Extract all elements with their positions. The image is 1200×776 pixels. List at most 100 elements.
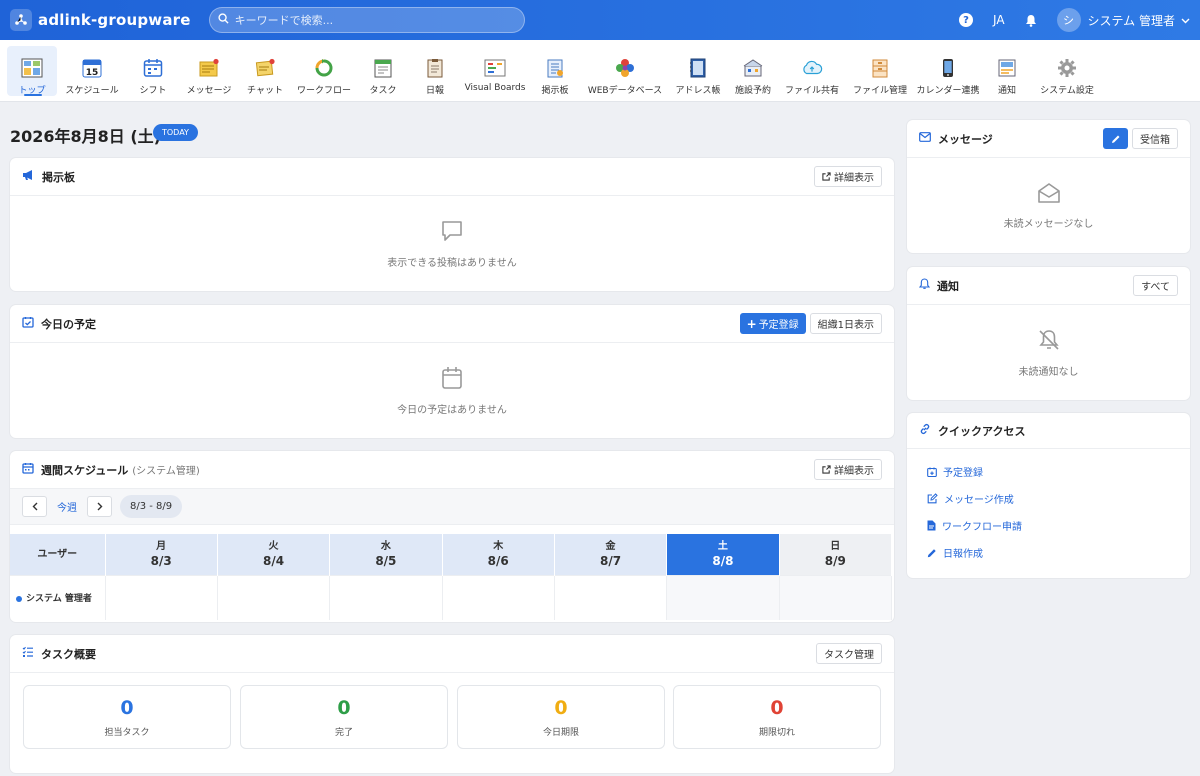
org-day-view-button[interactable]: 組織1日表示 — [809, 313, 882, 334]
app-web-database[interactable]: WEBデータベース — [581, 46, 669, 96]
app-task[interactable]: タスク — [357, 46, 409, 96]
chevron-down-icon[interactable] — [1181, 14, 1190, 27]
compose-message-button[interactable] — [1103, 128, 1128, 149]
active-tab-indicator — [24, 94, 42, 96]
day-header-tue[interactable]: 火 8/4 — [217, 534, 331, 575]
logo-icon[interactable] — [10, 9, 32, 31]
top-icon — [21, 57, 43, 79]
all-notifications-button[interactable]: すべて — [1133, 275, 1178, 296]
bell-icon[interactable] — [1025, 14, 1037, 27]
weekly-detail-button[interactable]: 詳細表示 — [814, 459, 882, 480]
external-link-icon — [822, 465, 831, 474]
status-dot — [16, 595, 22, 602]
calendar-icon — [441, 366, 463, 393]
day-header-sat[interactable]: 土 8/8 — [666, 534, 780, 575]
bulletin-title: 掲示板 — [42, 170, 75, 184]
day-header-fri[interactable]: 金 8/7 — [554, 534, 668, 575]
app-file-share[interactable]: ファイル共有 — [779, 46, 845, 96]
app-facility-reservation[interactable]: 施設予約 — [727, 46, 779, 96]
message-icon — [198, 57, 220, 79]
prev-week-button[interactable] — [22, 496, 47, 517]
user-column-header: ユーザー — [10, 534, 106, 575]
day-header-thu[interactable]: 木 8/6 — [442, 534, 555, 575]
visual-boards-icon — [484, 57, 506, 79]
stat-due-today[interactable]: 0 今日期限 — [457, 685, 665, 749]
app-shift[interactable]: シフト — [127, 46, 179, 96]
schedule-cell[interactable] — [554, 574, 668, 620]
this-week-link[interactable]: 今週 — [57, 499, 77, 514]
app-system-settings[interactable]: システム設定 — [1033, 46, 1101, 96]
pencil-icon — [1111, 134, 1121, 144]
quick-daily-report[interactable]: 日報作成 — [927, 539, 1190, 566]
task-overview-card: タスク概要 タスク管理 0 担当タスク 0 完了 0 今日期限 0 期限切れ — [10, 635, 894, 773]
quick-access-title: クイックアクセス — [938, 424, 1026, 438]
day-header-mon[interactable]: 月 8/3 — [105, 534, 218, 575]
quick-add-schedule[interactable]: 予定登録 — [927, 458, 1190, 485]
add-schedule-button[interactable]: + 予定登録 — [739, 313, 806, 334]
day-header-wed[interactable]: 水 8/5 — [329, 534, 443, 575]
stat-overdue[interactable]: 0 期限切れ — [673, 685, 881, 749]
user-cell: システム 管理者 — [10, 574, 106, 620]
notifications-title: 通知 — [937, 279, 959, 293]
bulletin-detail-button[interactable]: 詳細表示 — [814, 166, 882, 187]
messages-card: メッセージ 受信箱 未読メッセージなし — [907, 120, 1190, 253]
pencil-icon — [927, 548, 937, 558]
file-management-icon — [869, 57, 891, 79]
page-date: 2026年8月8日 (土) — [10, 127, 161, 146]
schedule-cell[interactable] — [442, 574, 555, 620]
bulletin-board-icon — [544, 57, 566, 79]
search-input[interactable] — [234, 13, 515, 27]
schedule-cell[interactable] — [666, 574, 780, 620]
language-switcher[interactable]: JA — [993, 13, 1005, 27]
user-name[interactable]: システム 管理者 — [1088, 12, 1175, 29]
calendar-check-icon — [22, 316, 34, 331]
brand-name[interactable]: adlink-groupware — [38, 11, 191, 29]
app-chat[interactable]: チャット — [239, 46, 291, 96]
table-row: システム 管理者 — [10, 574, 893, 620]
task-list-icon — [22, 646, 34, 661]
chevron-right-icon — [97, 502, 103, 511]
today-badge[interactable]: TODAY — [153, 124, 198, 141]
app-bulletin-board[interactable]: 掲示板 — [529, 46, 581, 96]
search-box[interactable] — [208, 7, 525, 33]
app-notification[interactable]: 通知 — [981, 46, 1033, 96]
notifications-card: 通知 すべて 未読通知なし — [907, 267, 1190, 400]
stat-assigned-tasks[interactable]: 0 担当タスク — [23, 685, 231, 749]
inbox-button[interactable]: 受信箱 — [1132, 128, 1178, 149]
schedule-cell[interactable] — [105, 574, 218, 620]
app-address-book[interactable]: アドレス帳 — [669, 46, 727, 96]
schedule-cell[interactable] — [779, 574, 893, 620]
schedule-cell[interactable] — [217, 574, 331, 620]
envelope-open-icon — [1037, 182, 1061, 207]
link-icon — [919, 423, 931, 438]
chevron-left-icon — [32, 502, 38, 511]
day-header-sun[interactable]: 日 8/9 — [779, 534, 893, 575]
calendar-15-icon: 15 — [81, 57, 103, 79]
app-schedule[interactable]: 15 スケジュール — [57, 46, 127, 96]
app-visual-boards[interactable]: Visual Boards — [461, 46, 529, 96]
schedule-cell[interactable] — [329, 574, 443, 620]
app-top[interactable]: トップ — [7, 46, 57, 96]
quick-workflow-request[interactable]: ワークフロー申請 — [927, 512, 1190, 539]
system-settings-icon — [1056, 57, 1078, 79]
quick-compose-message[interactable]: メッセージ作成 — [927, 485, 1190, 512]
help-icon[interactable]: ? — [958, 13, 973, 27]
bulletin-card: 掲示板 詳細表示 表示できる投稿はありません — [10, 158, 894, 291]
daily-report-icon — [424, 57, 446, 79]
notifications-empty-state: 未読通知なし — [907, 305, 1190, 400]
app-message[interactable]: メッセージ — [179, 46, 239, 96]
avatar[interactable]: シ — [1056, 8, 1081, 32]
app-workflow[interactable]: ワークフロー — [291, 46, 357, 96]
app-daily-report[interactable]: 日報 — [409, 46, 461, 96]
task-manage-button[interactable]: タスク管理 — [816, 643, 882, 664]
external-link-icon — [822, 172, 831, 181]
task-overview-title: タスク概要 — [41, 647, 96, 661]
next-week-button[interactable] — [87, 496, 112, 517]
workflow-icon — [313, 57, 335, 79]
stat-completed[interactable]: 0 完了 — [240, 685, 448, 749]
app-calendar-sync[interactable]: カレンダー連携 — [915, 46, 981, 96]
comment-icon — [440, 219, 464, 246]
weekly-subtitle: (システム管理) — [132, 465, 200, 477]
app-file-management[interactable]: ファイル管理 — [845, 46, 915, 96]
facility-reservation-icon — [742, 57, 764, 79]
